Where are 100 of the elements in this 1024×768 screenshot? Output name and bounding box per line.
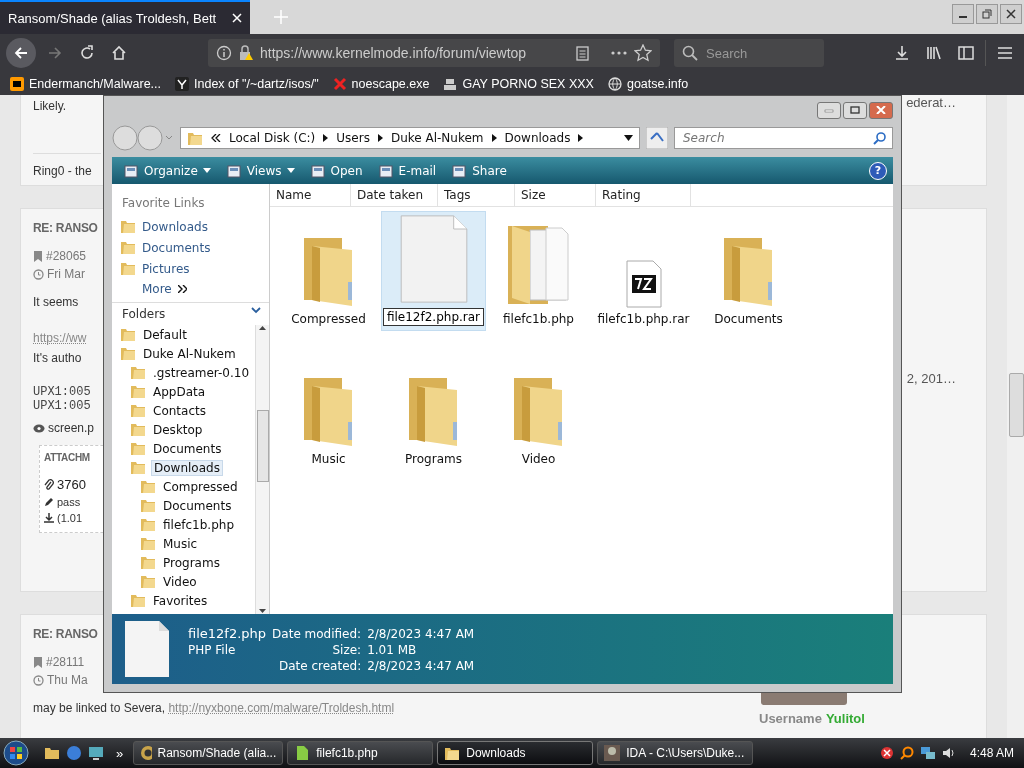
triangle-right-icon[interactable] (578, 134, 584, 142)
file-item[interactable]: file12f2.php.rar (381, 211, 486, 331)
tree-item[interactable]: Default (141, 327, 189, 342)
tree-item[interactable]: .gstreamer-0.10 (151, 365, 252, 380)
search-field[interactable]: Search (674, 39, 824, 67)
column-header[interactable]: Tags (438, 184, 515, 206)
monitor-icon[interactable] (88, 745, 104, 761)
breadcrumb-item[interactable]: Local Disk (C:) (229, 131, 316, 145)
globe-icon[interactable] (66, 745, 82, 761)
toolbar-button[interactable]: Organize (118, 161, 217, 180)
tree-item[interactable]: Music (161, 536, 200, 551)
column-header[interactable]: Name (270, 184, 351, 206)
menu-icon[interactable] (996, 44, 1014, 62)
folders-header[interactable]: Folders (112, 302, 269, 325)
shield-icon[interactable] (879, 746, 894, 760)
tree-item[interactable]: Desktop (151, 422, 205, 437)
back-button[interactable] (6, 38, 36, 68)
tree-item[interactable]: AppData (151, 384, 208, 399)
more-link[interactable]: More (142, 282, 172, 296)
tree-item[interactable]: Contacts (151, 403, 208, 418)
file-item[interactable]: Video (486, 351, 591, 471)
file-item[interactable]: filefc1b.php.rar (591, 211, 696, 331)
clock[interactable]: 4:48 AM (969, 746, 1014, 760)
triangle-right-icon[interactable] (491, 134, 497, 142)
favorite-link[interactable]: Downloads (142, 219, 208, 234)
close-button[interactable] (869, 101, 893, 119)
address-bar[interactable]: https://www.kernelmode.info/forum/viewtop (208, 39, 660, 67)
network-icon[interactable] (919, 746, 936, 760)
minimize-icon (824, 107, 834, 113)
tree-item[interactable]: Duke Al-Nukem (141, 346, 238, 361)
reader-view-icon[interactable] (574, 45, 590, 61)
toolbar-button[interactable]: Open (304, 161, 369, 180)
speaker-icon[interactable] (941, 746, 956, 760)
tree-item[interactable]: Documents (151, 441, 224, 456)
toolbar-button[interactable]: Views (220, 161, 301, 180)
file-item[interactable]: filefc1b.php (486, 211, 591, 331)
scroll-thumb[interactable] (1009, 373, 1024, 437)
reload-icon[interactable] (78, 44, 96, 62)
minimize-button[interactable] (952, 4, 974, 24)
post-id[interactable]: #28065 (46, 249, 87, 263)
column-header[interactable]: Rating (596, 184, 691, 206)
close-button[interactable] (1000, 4, 1022, 24)
magnifier-icon[interactable] (899, 746, 914, 760)
dropdown-arrow-icon[interactable] (624, 135, 633, 141)
bookmark[interactable]: GAY PORNO SEX XXX (462, 76, 594, 91)
file-item[interactable]: Music (276, 351, 381, 471)
address-bar[interactable]: Local Disk (C:) Users Duke Al-Nukem Downloads (180, 127, 640, 149)
scrollbar[interactable] (255, 325, 269, 614)
bookmark[interactable]: noescape.exe (351, 76, 430, 91)
search-field[interactable]: Search (674, 127, 893, 149)
triangle-right-icon[interactable] (323, 134, 329, 142)
sidebar-icon[interactable] (957, 44, 975, 62)
column-header[interactable]: Date taken (351, 184, 438, 206)
help-button[interactable]: ? (869, 161, 887, 180)
triangle-right-icon[interactable] (377, 134, 383, 142)
chevron-button[interactable]: » (110, 745, 130, 761)
column-header[interactable]: Size (515, 184, 596, 206)
library-icon[interactable] (925, 44, 943, 62)
tree-item[interactable]: Favorites (151, 593, 210, 608)
taskbar-button[interactable]: IDA - C:\Users\Duke... (597, 741, 754, 765)
star-icon[interactable] (634, 44, 652, 62)
bookmark[interactable]: goatse.info (626, 76, 689, 91)
attachment-link[interactable]: screen.p (48, 421, 95, 435)
file-item[interactable]: Documents (696, 211, 801, 331)
scroll-up-icon[interactable] (259, 325, 266, 331)
close-icon[interactable] (232, 13, 242, 23)
favorite-link[interactable]: Documents (142, 240, 211, 255)
file-item[interactable]: Programs (381, 351, 486, 471)
tree-item[interactable]: filefc1b.php (161, 517, 236, 532)
post-id[interactable]: #28111 (46, 655, 85, 669)
browser-tab[interactable]: Ransom/Shade (alias Troldesh, Bett (0, 0, 250, 34)
home-icon[interactable] (110, 44, 128, 62)
toolbar-button[interactable]: E-mail (372, 161, 443, 180)
tree-item[interactable]: Programs (161, 555, 222, 570)
rename-field[interactable]: file12f2.php.rar (382, 308, 485, 326)
tree-item[interactable]: Video (161, 574, 199, 589)
taskbar-button[interactable]: Ransom/Shade (alia... (133, 741, 284, 765)
attachment-name[interactable]: 3760 (57, 477, 86, 492)
refresh-arrows-icon[interactable] (646, 127, 668, 149)
breadcrumb-item[interactable]: Duke Al-Nukem (390, 131, 484, 145)
bookmark[interactable]: Endermanch/Malware... (29, 76, 161, 91)
breadcrumb-item[interactable]: Downloads (504, 131, 571, 145)
taskbar-button[interactable]: Downloads (437, 741, 594, 765)
toolbar-button[interactable]: Share (446, 161, 513, 180)
start-button[interactable] (0, 738, 32, 768)
maximize-button[interactable] (843, 101, 867, 119)
search-input[interactable]: Search (704, 44, 808, 62)
tree-item[interactable]: Documents (161, 498, 234, 513)
tree-item[interactable]: Compressed (161, 479, 240, 494)
double-chevron-icon[interactable] (211, 134, 221, 142)
folder-icon[interactable] (44, 746, 60, 760)
download-icon[interactable] (893, 44, 911, 62)
scrollbar[interactable] (1007, 95, 1024, 738)
scroll-thumb[interactable] (257, 410, 269, 482)
file-item[interactable]: Compressed (276, 211, 381, 331)
favorite-link[interactable]: Pictures (142, 261, 190, 276)
bookmark[interactable]: Index of "/~dartz/isos/" (194, 76, 319, 91)
breadcrumb-item[interactable]: Users (336, 131, 370, 145)
taskbar-button[interactable]: filefc1b.php (287, 741, 434, 765)
tree-item[interactable]: Downloads (151, 459, 223, 476)
